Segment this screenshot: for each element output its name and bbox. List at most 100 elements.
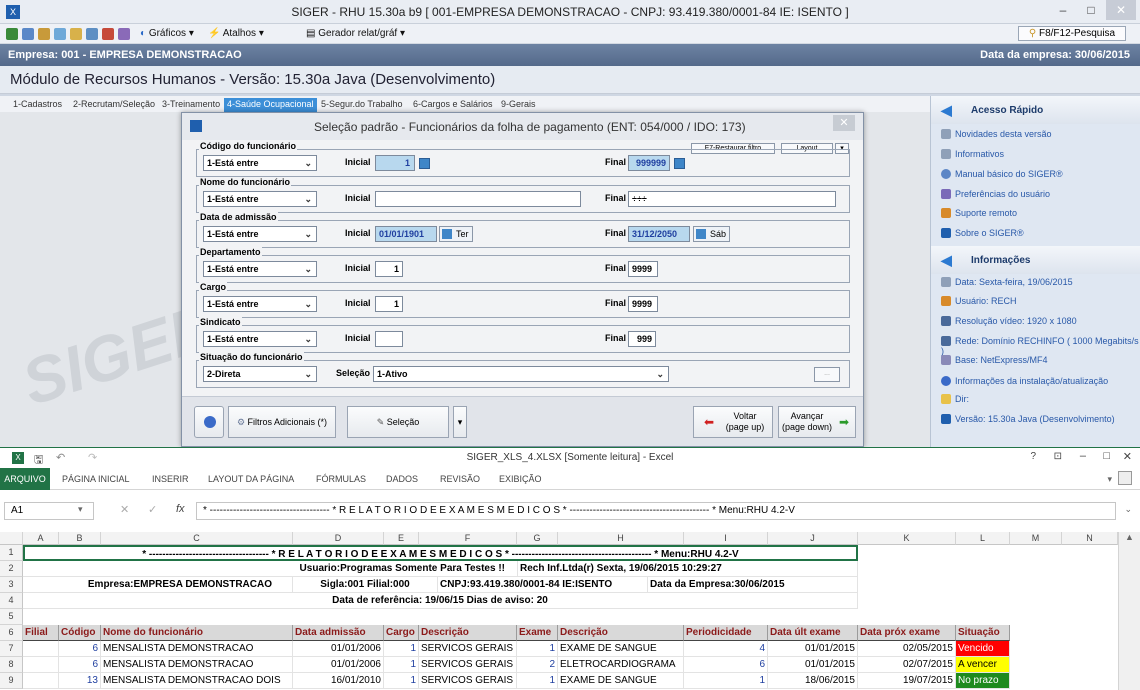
expand-formula-icon[interactable]: ⌄ bbox=[1124, 504, 1132, 515]
avancar-button[interactable]: Avançar (page down) ➡ bbox=[778, 406, 856, 438]
menu-saude-ocupacional[interactable]: 4-Saúde Ocupacional bbox=[224, 98, 317, 112]
cell-exame-descricao[interactable]: ELETROCARDIOGRAMA bbox=[558, 657, 684, 673]
header-cargo[interactable]: Cargo bbox=[384, 625, 419, 641]
minimize-button[interactable]: – bbox=[1048, 0, 1078, 20]
codigo-inicial-input[interactable]: 1 bbox=[375, 155, 415, 171]
cell-cargo[interactable]: 1 bbox=[384, 673, 419, 689]
header-codigo[interactable]: Código bbox=[59, 625, 101, 641]
col-header-h[interactable]: H bbox=[558, 532, 684, 545]
help-icon[interactable] bbox=[70, 28, 82, 40]
usuario-cell[interactable]: Usuario:Programas Somente Para Testes !! bbox=[23, 561, 518, 577]
side-instalacao[interactable]: Informações da instalação/atualização bbox=[941, 376, 1108, 386]
admissao-inicial-input[interactable]: 01/01/1901 bbox=[375, 226, 437, 242]
acesso-rapido-header[interactable]: ◀ Acesso Rápido bbox=[931, 96, 1140, 124]
situacao-operator-select[interactable]: 2-Direta ⌄ bbox=[203, 366, 317, 382]
empresa-cell[interactable]: Empresa:EMPRESA DEMONSTRACAO bbox=[23, 577, 293, 593]
informacoes-header[interactable]: ◀ Informações bbox=[931, 246, 1140, 274]
cell-prox-exame[interactable]: 02/07/2015 bbox=[858, 657, 956, 673]
sigla-cell[interactable]: Sigla:001 Filial:000 bbox=[293, 577, 438, 593]
side-preferencias[interactable]: Preferências do usuário bbox=[941, 189, 1050, 199]
sindicato-inicial-input[interactable] bbox=[375, 331, 403, 347]
col-header-l[interactable]: L bbox=[956, 532, 1010, 545]
selecao-button[interactable]: ✎ Seleção bbox=[347, 406, 449, 438]
cell-admissao[interactable]: 16/01/2010 bbox=[293, 673, 384, 689]
row-header-4[interactable]: 4 bbox=[0, 593, 23, 609]
col-header-e[interactable]: E bbox=[384, 532, 419, 545]
spreadsheet-grid[interactable]: A B C D E F G H I J K L M N 1 2 3 4 5 6 … bbox=[0, 532, 1140, 690]
header-descricao[interactable]: Descrição bbox=[419, 625, 517, 641]
side-suporte[interactable]: Suporte remoto bbox=[941, 208, 1017, 218]
nome-operator-select[interactable]: 1-Está entre ⌄ bbox=[203, 191, 317, 207]
cell-prox-exame[interactable]: 02/05/2015 bbox=[858, 641, 956, 657]
cell-nome[interactable]: MENSALISTA DEMONSTRACAO bbox=[101, 641, 293, 657]
row-header-7[interactable]: 7 bbox=[0, 641, 23, 657]
col-header-d[interactable]: D bbox=[293, 532, 384, 545]
tab-pagina-inicial[interactable]: PÁGINA INICIAL bbox=[62, 474, 130, 484]
sindicato-operator-select[interactable]: 1-Está entre ⌄ bbox=[203, 331, 317, 347]
enter-icon[interactable]: ✓ bbox=[148, 503, 157, 516]
tab-arquivo[interactable]: ARQUIVO bbox=[0, 468, 50, 490]
cell-cargo[interactable]: 1 bbox=[384, 641, 419, 657]
cell-descricao[interactable]: SERVICOS GERAIS bbox=[419, 641, 517, 657]
cell-situacao[interactable]: Vencido bbox=[956, 641, 1010, 657]
tab-exibicao[interactable]: EXIBIÇÃO bbox=[499, 474, 542, 484]
cell-exame[interactable]: 1 bbox=[517, 641, 558, 657]
departamento-operator-select[interactable]: 1-Está entre ⌄ bbox=[203, 261, 317, 277]
departamento-final-input[interactable]: 9999 bbox=[628, 261, 658, 277]
f8-search-button[interactable]: ⚲ F8/F12-Pesquisa bbox=[1018, 26, 1126, 41]
cell-exame-descricao[interactable]: EXAME DE SANGUE bbox=[558, 641, 684, 657]
row-header-3[interactable]: 3 bbox=[0, 577, 23, 593]
tab-revisao[interactable]: REVISÃO bbox=[440, 474, 480, 484]
data-empresa-cell[interactable]: Data da Empresa:30/06/2015 bbox=[648, 577, 858, 593]
header-nome[interactable]: Nome do funcionário bbox=[101, 625, 293, 641]
cancel-icon[interactable]: ✕ bbox=[120, 503, 129, 516]
cell-admissao[interactable]: 01/01/2006 bbox=[293, 657, 384, 673]
cell-filial[interactable] bbox=[23, 657, 59, 673]
admissao-final-calendar-button[interactable]: Sáb bbox=[693, 226, 731, 242]
col-header-i[interactable]: I bbox=[684, 532, 768, 545]
close-button[interactable]: ✕ bbox=[1106, 0, 1136, 20]
header-exame-descricao[interactable]: Descrição bbox=[558, 625, 684, 641]
header-situacao[interactable]: Situação bbox=[956, 625, 1010, 641]
mail-icon[interactable] bbox=[86, 28, 98, 40]
menu-cargos[interactable]: 6-Cargos e Salários bbox=[410, 98, 496, 112]
chevron-down-icon[interactable]: ▾ bbox=[1107, 474, 1112, 485]
cell-periodicidade[interactable]: 1 bbox=[684, 673, 768, 689]
col-header-k[interactable]: K bbox=[858, 532, 956, 545]
cell-codigo[interactable]: 13 bbox=[59, 673, 101, 689]
empresa-info-cell[interactable]: Rech Inf.Ltda(r) Sexta, 19/06/2015 10:29… bbox=[518, 561, 858, 577]
cell-situacao[interactable]: No prazo bbox=[956, 673, 1010, 689]
menu-cadastros[interactable]: 1-Cadastros bbox=[10, 98, 65, 112]
col-header-g[interactable]: G bbox=[517, 532, 558, 545]
menu-seguranca[interactable]: 5-Segur.do Trabalho bbox=[318, 98, 406, 112]
admissao-inicial-calendar-button[interactable]: Ter bbox=[439, 226, 473, 242]
maximize-button[interactable]: □ bbox=[1076, 0, 1106, 20]
selecao-dropdown-button[interactable]: ▾ bbox=[453, 406, 467, 438]
formula-input[interactable]: * ------------------------------------ *… bbox=[196, 502, 1116, 520]
col-header-n[interactable]: N bbox=[1062, 532, 1118, 545]
nome-final-input[interactable]: ÷÷÷ bbox=[628, 191, 836, 207]
codigo-final-input[interactable]: 999999 bbox=[628, 155, 670, 171]
cell-descricao[interactable]: SERVICOS GERAIS bbox=[419, 657, 517, 673]
search-icon[interactable] bbox=[419, 158, 430, 169]
cell-nome[interactable]: MENSALISTA DEMONSTRACAO DOIS bbox=[101, 673, 293, 689]
col-header-f[interactable]: F bbox=[419, 532, 517, 545]
menu-recrutamento[interactable]: 2-Recrutam/Seleção bbox=[70, 98, 158, 112]
side-dir[interactable]: Dir: bbox=[941, 394, 969, 404]
cargo-inicial-input[interactable]: 1 bbox=[375, 296, 403, 312]
report-title-cell[interactable]: * ------------------------------------ *… bbox=[23, 545, 858, 561]
admissao-operator-select[interactable]: 1-Está entre ⌄ bbox=[203, 226, 317, 242]
situacao-selecao-select[interactable]: 1-Ativo ⌄ bbox=[373, 366, 669, 382]
excel-minimize-button[interactable]: – bbox=[1080, 450, 1086, 462]
tab-dados[interactable]: DADOS bbox=[386, 474, 418, 484]
row-header-5[interactable]: 5 bbox=[0, 609, 23, 625]
tab-formulas[interactable]: FÓRMULAS bbox=[316, 474, 366, 484]
header-exame[interactable]: Exame bbox=[517, 625, 558, 641]
cell-nome[interactable]: MENSALISTA DEMONSTRACAO bbox=[101, 657, 293, 673]
excel-help-button[interactable]: ? bbox=[1030, 451, 1036, 462]
atalhos-menu[interactable]: ⚡ Atalhos ▾ bbox=[208, 28, 264, 39]
side-informativos[interactable]: Informativos bbox=[941, 149, 1004, 159]
dialog-close-button[interactable]: ✕ bbox=[833, 115, 855, 131]
row-header-6[interactable]: 6 bbox=[0, 625, 23, 641]
excel-close-button[interactable]: ✕ bbox=[1123, 450, 1132, 463]
